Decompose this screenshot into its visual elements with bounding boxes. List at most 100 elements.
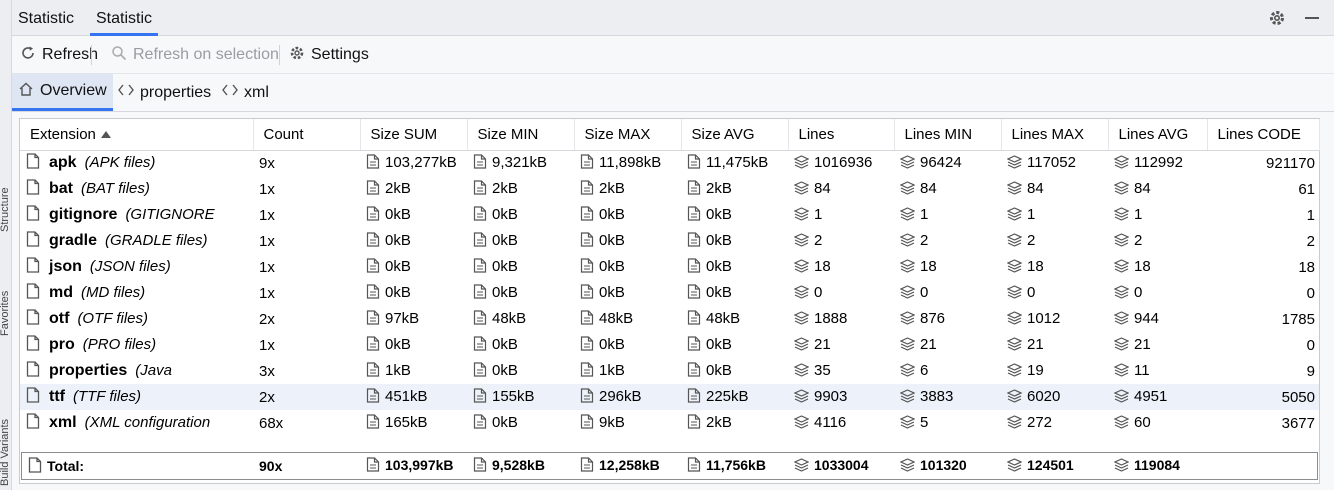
size-icon <box>473 361 487 381</box>
table-row[interactable]: xml (XML configuration 68x 165kB 0kB 9kB 2kB 41… <box>20 410 1319 436</box>
minimize-icon[interactable] <box>1304 10 1320 30</box>
tab-overview[interactable]: Overview <box>12 74 113 111</box>
lines-cell: 35 <box>788 358 894 384</box>
extension-cell[interactable]: ttf (TTF files) <box>20 384 253 410</box>
size-max-cell: 0kB <box>574 280 681 306</box>
gutter-build-variants-label[interactable]: Build Variants <box>0 419 11 486</box>
size-icon <box>687 335 701 355</box>
lines-code-cell: 2 <box>1306 232 1315 250</box>
tab-xml[interactable]: xml <box>216 74 275 111</box>
size-icon <box>366 457 380 475</box>
refresh-icon <box>20 45 36 66</box>
refresh-on-selection-button[interactable]: Refresh on selection <box>111 36 279 74</box>
size-icon <box>366 231 380 251</box>
size-min-cell: 0kB <box>467 332 574 358</box>
lines-icon <box>899 180 916 199</box>
size-icon <box>473 335 487 355</box>
lines-min-cell: 876 <box>894 306 1001 332</box>
lines-icon <box>1113 258 1130 277</box>
extension-cell[interactable]: bat (BAT files) <box>20 176 253 202</box>
total-label: Total: <box>47 457 85 474</box>
lines-icon <box>793 155 810 173</box>
extension-cell[interactable]: apk (APK files) <box>20 150 253 176</box>
tab-statistic-1[interactable]: Statistic <box>12 0 80 36</box>
settings-button[interactable]: Settings <box>289 36 369 74</box>
gutter-favorites-label[interactable]: Favorites <box>0 291 11 336</box>
lines-max-cell: 272 <box>1001 410 1108 436</box>
column-header-size-sum[interactable]: Size SUM <box>360 119 468 151</box>
column-header-lines-max[interactable]: Lines MAX <box>1001 119 1109 151</box>
table-row[interactable]: properties (Java 3x 1kB 0kB 1kB 0kB 35 6 19 11 9 <box>20 358 1319 384</box>
extension-cell[interactable]: pro (PRO files) <box>20 332 253 358</box>
lines-avg-cell: 944 <box>1108 306 1207 332</box>
extension-cell[interactable]: gradle (GRADLE files) <box>20 228 253 254</box>
extension-cell[interactable]: properties (Java <box>20 358 253 384</box>
size-avg-cell: 11,475kB <box>681 150 788 176</box>
total-lines-cell: 1033004 <box>788 453 894 479</box>
lines-min-cell: 3883 <box>894 384 1001 410</box>
extension-cell[interactable]: json (JSON files) <box>20 254 253 280</box>
column-header-size-avg[interactable]: Size AVG <box>681 119 789 151</box>
lines-cell: 4116 <box>788 410 894 436</box>
gear-icon[interactable] <box>1268 9 1286 31</box>
table-row[interactable]: pro (PRO files) 1x 0kB 0kB 0kB 0kB 21 21 21 21 0 <box>20 332 1319 358</box>
extension-cell[interactable]: gitignore (GITIGNORE <box>20 202 253 228</box>
lines-cell: 1888 <box>788 306 894 332</box>
size-icon <box>580 154 594 173</box>
file-icon <box>26 179 40 199</box>
tab-overview-label: Overview <box>40 82 107 99</box>
extension-cell[interactable]: xml (XML configuration <box>20 410 253 436</box>
lines-min-cell: 5 <box>894 410 1001 436</box>
extension-cell[interactable]: otf (OTF files) <box>20 306 253 332</box>
lines-icon <box>1006 155 1023 173</box>
column-header-lines-min[interactable]: Lines MIN <box>894 119 1002 151</box>
size-icon <box>580 205 594 225</box>
column-header-lines-avg[interactable]: Lines AVG <box>1108 119 1208 151</box>
extension-description: (PRO files) <box>82 336 157 353</box>
tab-properties[interactable]: properties <box>112 74 217 111</box>
total-size-min-cell: 9,528kB <box>467 453 574 479</box>
lines-icon <box>1113 414 1130 433</box>
size-sum-cell: 0kB <box>360 228 467 254</box>
column-header-count[interactable]: Count <box>253 119 361 151</box>
total-lines-min-cell: 101320 <box>894 453 1001 479</box>
column-header-lines-code[interactable]: Lines CODE <box>1207 119 1320 151</box>
size-min-cell: 0kB <box>467 410 574 436</box>
table-row[interactable]: json (JSON files) 1x 0kB 0kB 0kB 0kB 18 18 18 18 18 <box>20 254 1319 280</box>
lines-icon <box>793 336 810 355</box>
size-icon <box>366 309 380 329</box>
size-max-cell: 296kB <box>574 384 681 410</box>
tab-statistic-2[interactable]: Statistic <box>90 0 159 36</box>
column-header-extension[interactable]: Extension <box>20 119 254 151</box>
table-row[interactable]: md (MD files) 1x 0kB 0kB 0kB 0kB 0 0 0 0 0 <box>20 280 1319 306</box>
lines-icon <box>899 206 916 225</box>
table-row[interactable]: otf (OTF files) 2x 97kB 48kB 48kB 48kB 1888 876 1… <box>20 306 1319 332</box>
lines-icon <box>899 458 916 475</box>
lines-code-cell: 18 <box>1298 258 1315 276</box>
gutter-structure-label[interactable]: Structure <box>0 187 11 232</box>
refresh-button[interactable]: Refresh <box>20 36 98 74</box>
extension-cell[interactable]: md (MD files) <box>20 280 253 306</box>
lines-icon <box>793 362 810 381</box>
settings-gear-icon <box>289 45 305 66</box>
table-row[interactable]: gitignore (GITIGNORE 1x 0kB 0kB 0kB 0kB 1 1 1 1 1 <box>20 202 1319 228</box>
count-cell: 1x <box>259 284 275 302</box>
lines-cell: 21 <box>788 332 894 358</box>
size-icon <box>687 205 701 225</box>
extension-name: bat <box>49 180 73 197</box>
lines-avg-cell: 60 <box>1108 410 1207 436</box>
table-row[interactable]: apk (APK files) 9x 103,277kB 9,321kB 11,898kB… <box>20 150 1319 176</box>
size-icon <box>687 154 701 173</box>
file-icon <box>26 361 40 381</box>
column-header-size-max[interactable]: Size MAX <box>574 119 682 151</box>
lines-max-cell: 2 <box>1001 228 1108 254</box>
lines-max-cell: 1 <box>1001 202 1108 228</box>
lines-min-cell: 18 <box>894 254 1001 280</box>
table-row[interactable]: gradle (GRADLE files) 1x 0kB 0kB 0kB 0kB 2 2 2 2 2 <box>20 228 1319 254</box>
column-header-size-min[interactable]: Size MIN <box>467 119 575 151</box>
home-icon <box>18 81 34 102</box>
column-header-lines[interactable]: Lines <box>788 119 895 151</box>
table-row[interactable]: ttf (TTF files) 2x 451kB 155kB 296kB 225kB 9903… <box>20 384 1319 410</box>
statistic-subtabs: Overview properties xml <box>12 74 1334 112</box>
table-row[interactable]: bat (BAT files) 1x 2kB 2kB 2kB 2kB 84 84 84 84 61 <box>20 176 1319 202</box>
